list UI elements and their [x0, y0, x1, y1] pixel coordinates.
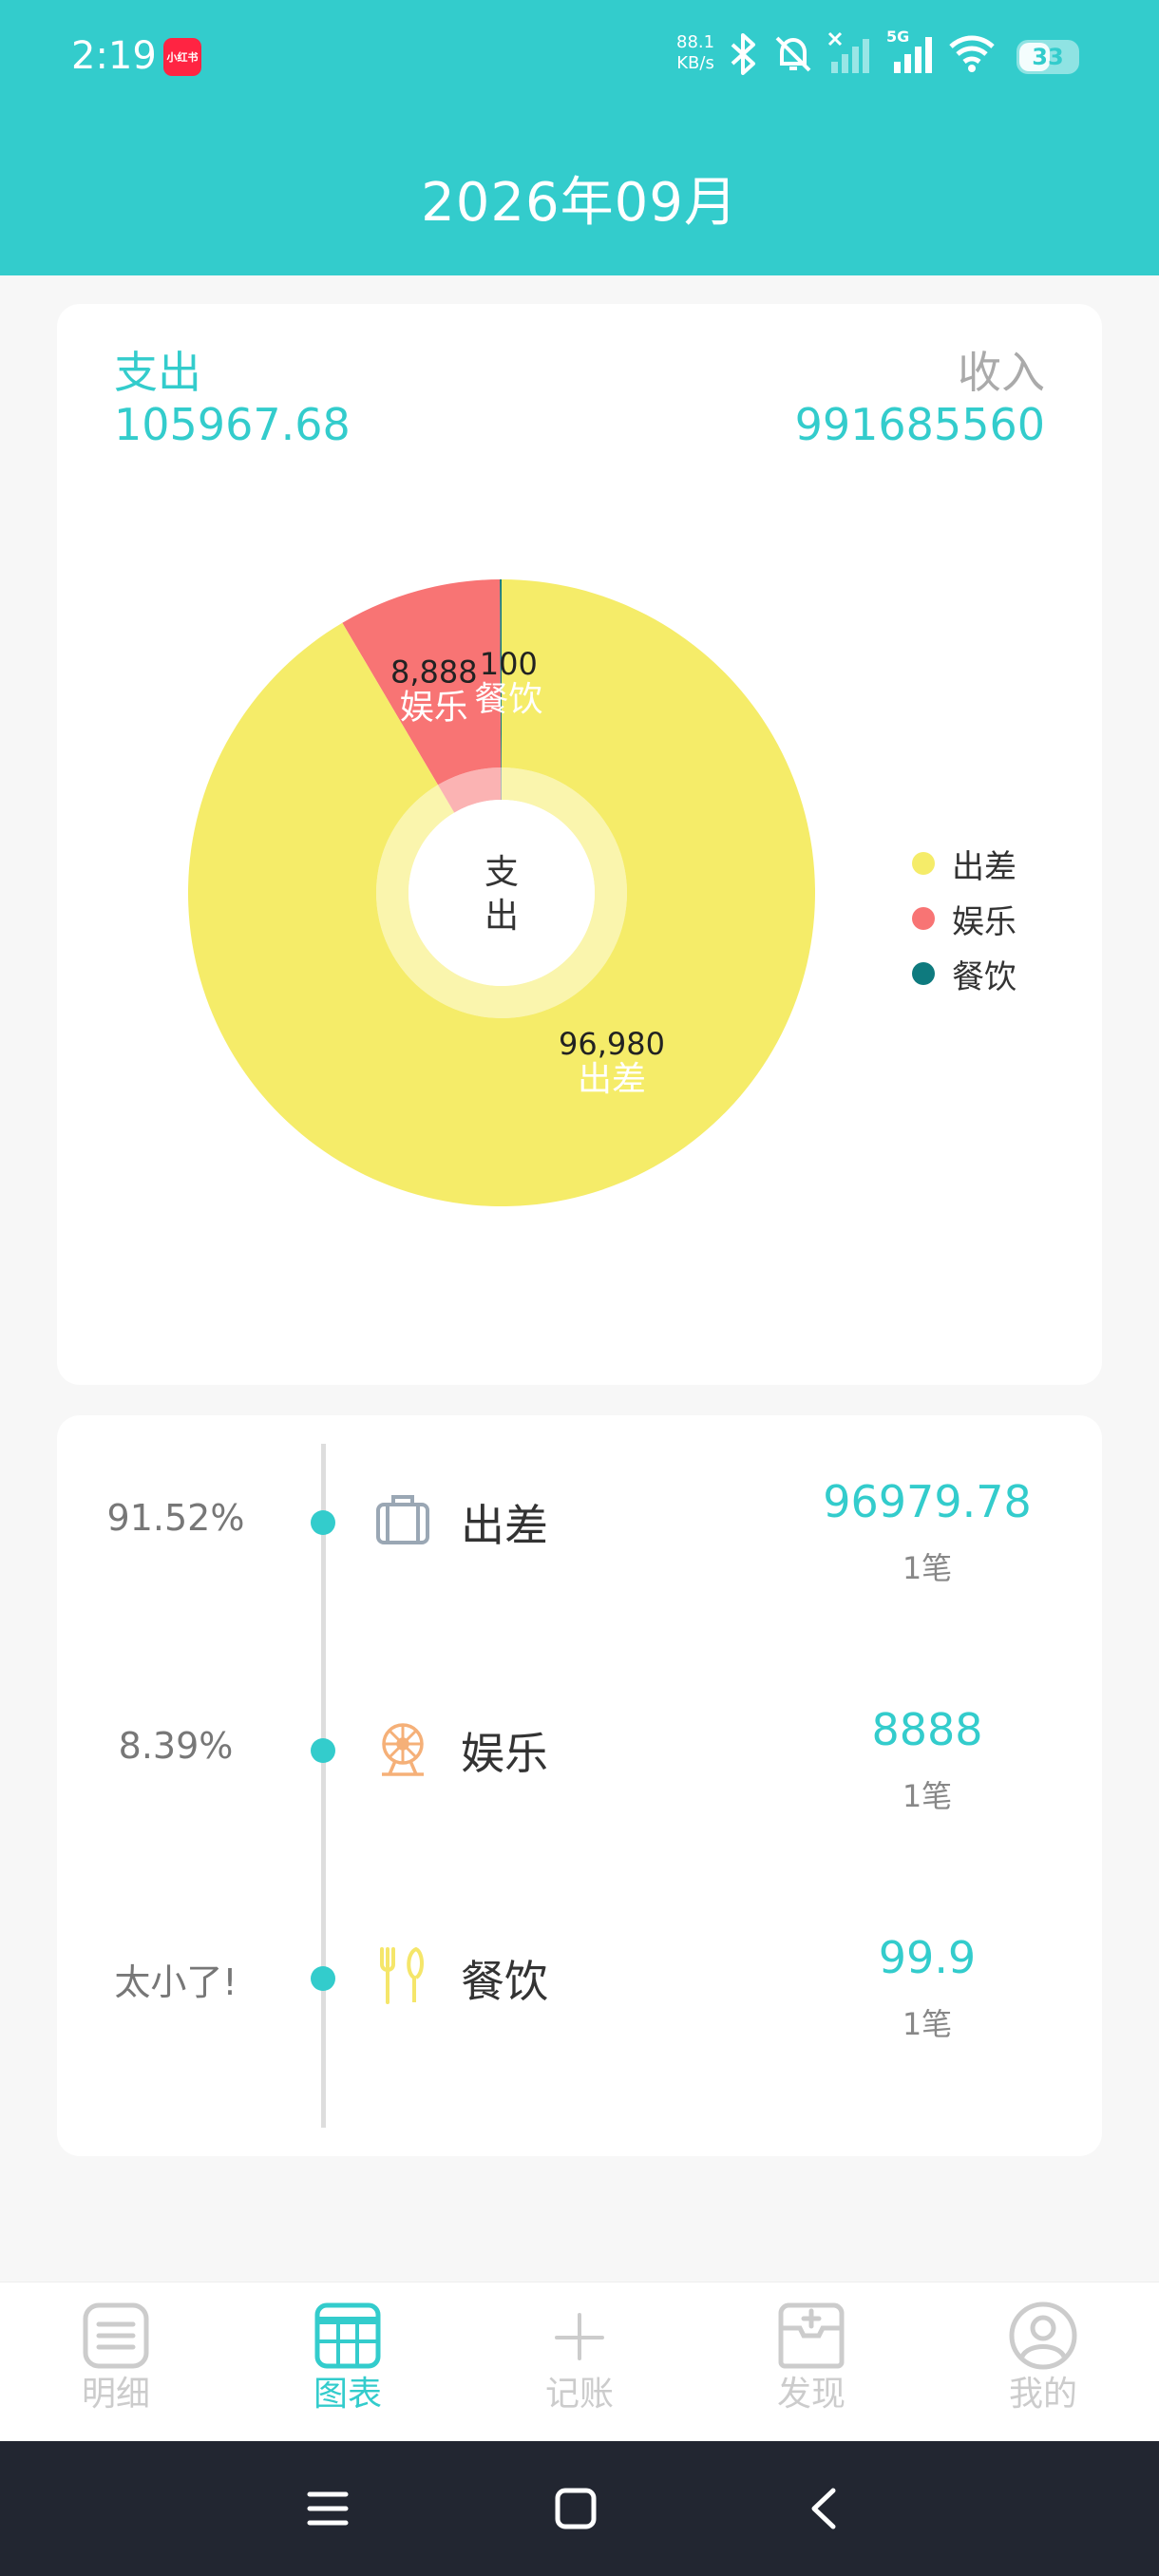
pie-name-label: 餐饮	[474, 680, 542, 719]
tab-label: 发现	[776, 2375, 846, 2414]
category-name: 出差	[461, 1500, 548, 1551]
category-amount: 8888	[871, 1704, 983, 1755]
tab-add-record[interactable]: 记账	[464, 2282, 695, 2442]
signal-off-icon	[827, 31, 869, 73]
list-icon	[83, 2302, 149, 2369]
category-count: 1笔	[902, 1550, 953, 1586]
network-type-signal: 5G	[886, 28, 936, 77]
system-nav-bar	[0, 2441, 1159, 2576]
timeline-dot	[311, 1510, 335, 1535]
category-amount: 99.9	[878, 1932, 977, 1983]
battery-level: 33	[1032, 44, 1064, 70]
status-bar: 2:19 小红书 88.1 KB/s 5G 33	[0, 0, 1159, 114]
month-selector[interactable]: 2026年09月	[0, 160, 1159, 237]
battery-icon: 33	[1016, 40, 1079, 74]
wifi-icon	[949, 35, 995, 72]
pie-center-hole	[408, 800, 595, 986]
suitcase-icon	[376, 1495, 429, 1544]
pie-value-label: 8,888	[390, 653, 478, 690]
category-name: 餐饮	[461, 1956, 548, 2007]
pie-value-label: 96,980	[559, 1026, 665, 1062]
tab-label: 记账	[544, 2375, 614, 2414]
legend-item[interactable]: 出差	[912, 836, 1016, 891]
chart-legend: 出差 娱乐 餐饮	[912, 836, 1016, 1001]
legend-item[interactable]: 餐饮	[912, 946, 1016, 1001]
category-row-business-trip[interactable]: 91.52% 出差 96979.78 1笔	[57, 1444, 1102, 1615]
tab-discover[interactable]: 发现	[695, 2282, 927, 2442]
legend-dot	[912, 907, 935, 930]
legend-label: 出差	[952, 847, 1016, 886]
bluetooth-icon	[731, 33, 755, 75]
plus-icon	[555, 2313, 604, 2360]
status-icons: 5G	[727, 28, 995, 78]
category-percent: 8.39%	[118, 1725, 234, 1767]
status-time: 2:19	[71, 34, 157, 78]
tab-charts[interactable]: 图表	[232, 2282, 464, 2442]
header: 2:19 小红书 88.1 KB/s 5G 33 2026年09月	[0, 0, 1159, 275]
signal-icon	[894, 37, 932, 73]
tab-details[interactable]: 明细	[0, 2282, 232, 2442]
legend-dot	[912, 852, 935, 875]
app-notification-icon: 小红书	[163, 38, 201, 76]
net-speed-value: 88.1	[676, 32, 715, 52]
category-count: 1笔	[902, 1778, 953, 1814]
category-row-dining[interactable]: 太小了! 餐饮 99.9 1笔	[57, 1900, 1102, 2071]
expense-tab[interactable]: 支出	[114, 338, 201, 401]
fork-knife-icon	[380, 1947, 424, 2004]
tab-profile[interactable]: 我的	[927, 2282, 1159, 2442]
discover-icon	[778, 2302, 845, 2369]
net-speed-unit: KB/s	[676, 53, 714, 73]
timeline-dot	[311, 1738, 335, 1763]
tab-label: 我的	[1008, 2375, 1077, 2414]
legend-item[interactable]: 娱乐	[912, 891, 1016, 946]
ferris-wheel-icon	[382, 1723, 424, 1776]
tab-label: 明细	[81, 2375, 150, 2414]
category-breakdown-card: 91.52% 出差 96979.78 1笔 8.39% 娱乐 8888 1笔 太…	[57, 1415, 1102, 2156]
category-amount: 96979.78	[823, 1476, 1032, 1527]
category-percent: 太小了!	[114, 1961, 238, 2003]
timeline-dot	[311, 1966, 335, 1991]
legend-label: 餐饮	[952, 957, 1016, 996]
pie-name-label: 出差	[578, 1060, 646, 1099]
pie-name-label: 娱乐	[400, 688, 468, 727]
category-percent: 91.52%	[106, 1497, 245, 1539]
category-count: 1笔	[902, 2006, 953, 2042]
category-name: 娱乐	[461, 1728, 548, 1779]
pie-value-label: 100	[480, 646, 538, 682]
mute-bell-icon	[775, 36, 811, 72]
tab-label: 图表	[313, 2375, 382, 2414]
legend-label: 娱乐	[952, 902, 1016, 941]
home-icon[interactable]	[554, 2487, 598, 2530]
legend-dot	[912, 962, 935, 985]
table-chart-icon	[314, 2302, 381, 2369]
bottom-tab-bar: 明细 图表 记账 发现 我的	[0, 2282, 1159, 2441]
income-total: 991685560	[794, 399, 1045, 450]
net-speed: 88.1 KB/s	[676, 32, 714, 74]
income-tab[interactable]: 收入	[958, 338, 1045, 401]
profile-icon	[1009, 2301, 1077, 2370]
menu-icon[interactable]	[306, 2487, 350, 2530]
pie-center-label: 支	[484, 853, 519, 892]
expense-total: 105967.68	[114, 399, 351, 450]
back-icon[interactable]	[803, 2487, 846, 2530]
summary-chart-card: 支出 105967.68 收入 991685560 支出 100 餐饮 8,888 娱乐…	[57, 304, 1102, 1385]
category-row-entertainment[interactable]: 8.39% 娱乐 8888 1笔	[57, 1672, 1102, 1843]
pie-center-label: 出	[484, 897, 519, 936]
